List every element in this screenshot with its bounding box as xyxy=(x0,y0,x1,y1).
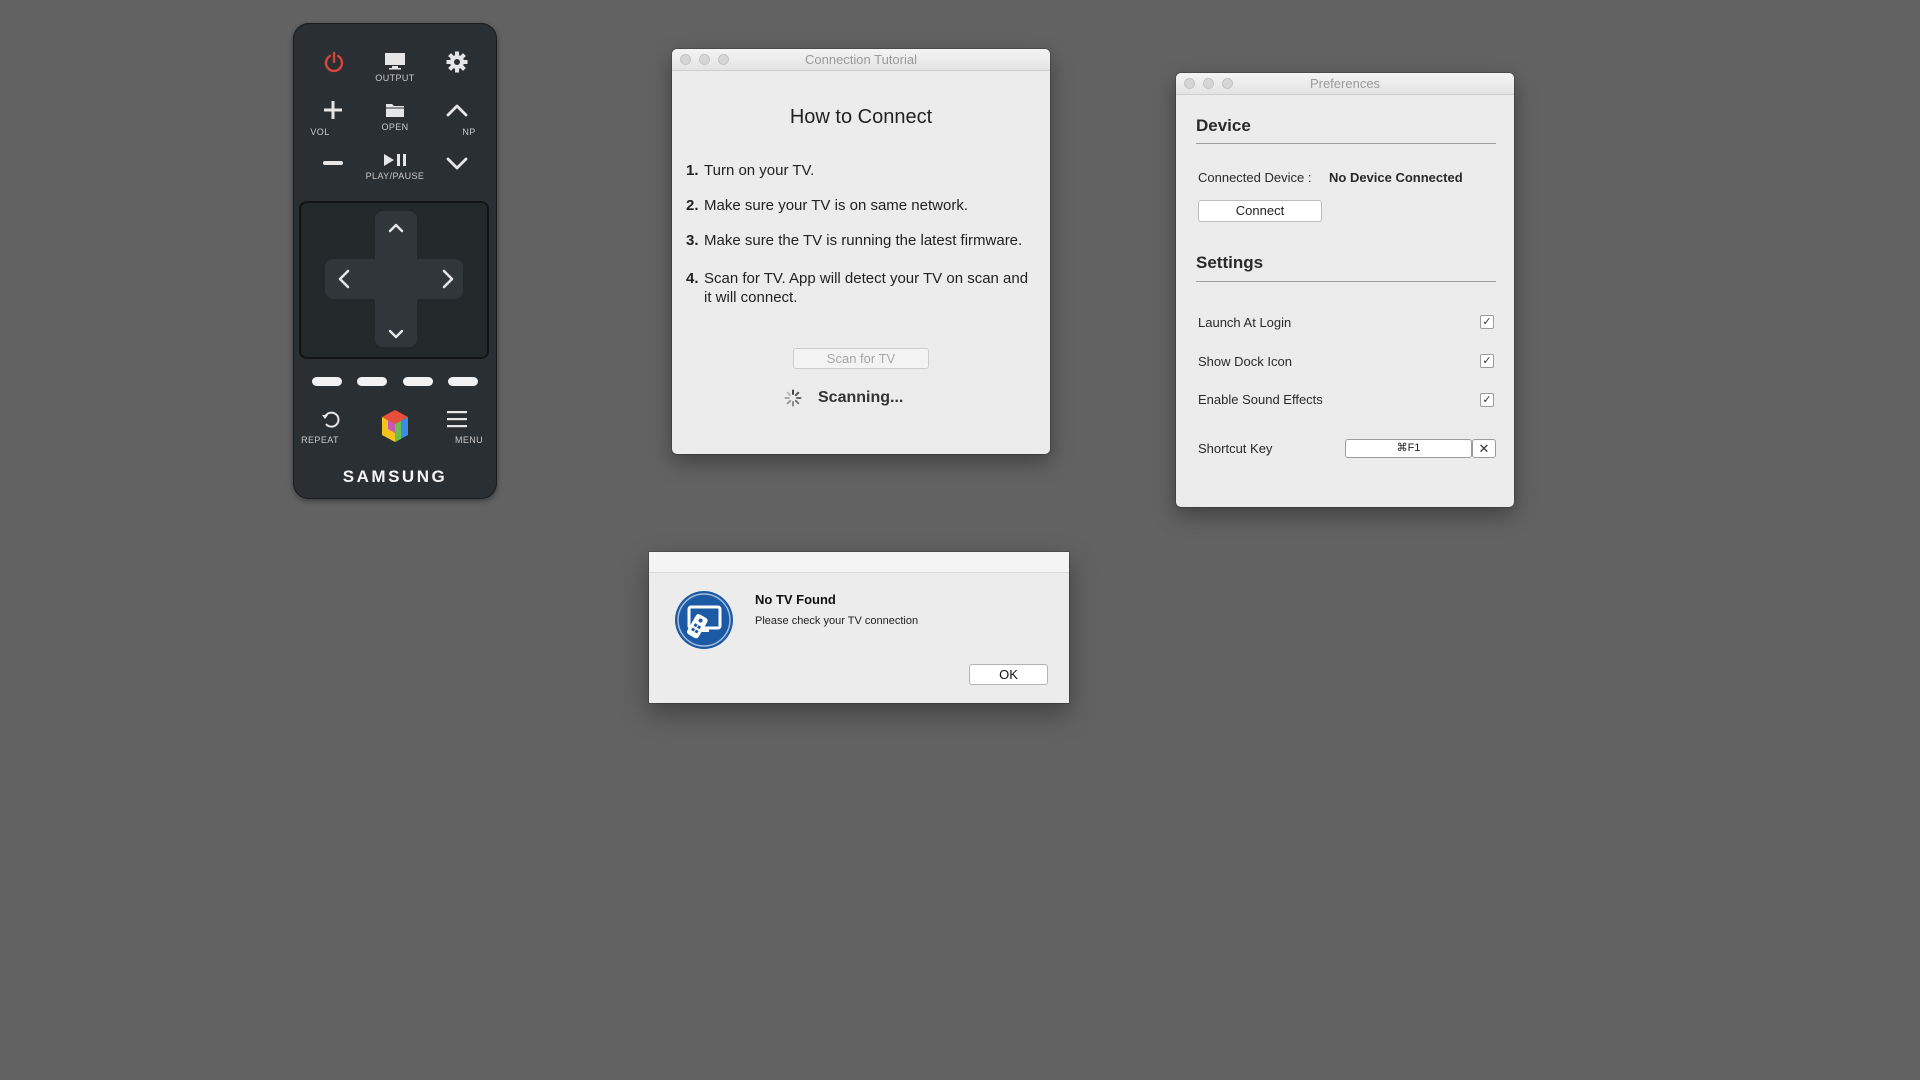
repeat-label: REPEAT xyxy=(301,435,339,445)
enable-sound-effects-checkbox[interactable]: ✓ xyxy=(1480,393,1494,407)
gear-icon xyxy=(446,51,468,73)
volume-down-button[interactable] xyxy=(313,153,353,173)
tv-remote-app-icon xyxy=(675,591,733,649)
color-button-2[interactable] xyxy=(357,377,387,386)
close-window-button[interactable] xyxy=(1184,78,1195,89)
step-text: Make sure the TV is running the latest f… xyxy=(704,232,1023,249)
window-title: Preferences xyxy=(1309,76,1381,91)
open-label: OPEN xyxy=(381,122,409,132)
step-item: 3. Make sure the TV is running the lates… xyxy=(686,231,1036,250)
chevron-up-icon xyxy=(446,104,468,117)
repeat-button[interactable] xyxy=(311,406,351,432)
samsung-remote: OUTPUT VOL OPEN NP PLAY/PAUSE REPEAT MEN… xyxy=(293,23,497,499)
step-number: 1. xyxy=(686,162,699,179)
dpad-left-button[interactable] xyxy=(329,264,359,294)
scanning-indicator: Scanning... xyxy=(784,389,903,407)
chevron-right-icon xyxy=(442,269,454,289)
alert-title-bar xyxy=(649,552,1069,573)
scan-for-tv-button[interactable]: Scan for TV xyxy=(793,348,929,369)
step-item: 4. Scan for TV. App will detect your TV … xyxy=(686,269,1036,307)
power-button[interactable] xyxy=(315,45,353,79)
connect-button[interactable]: Connect xyxy=(1198,200,1322,222)
folder-icon xyxy=(386,104,404,117)
settings-button[interactable] xyxy=(437,45,477,79)
color-button-1[interactable] xyxy=(312,377,342,386)
playpause-label: PLAY/PAUSE xyxy=(365,171,425,181)
step-number: 3. xyxy=(686,232,699,249)
chevron-down-icon xyxy=(388,329,404,339)
alert-message: Please check your TV connection xyxy=(755,615,919,627)
dpad-up-button[interactable] xyxy=(381,213,411,243)
hamburger-menu-icon xyxy=(447,411,467,428)
page-title: How to Connect xyxy=(789,106,933,128)
step-text: Turn on your TV. xyxy=(704,162,815,179)
ok-button[interactable]: OK xyxy=(969,664,1048,685)
divider xyxy=(1196,143,1496,144)
alert-title: No TV Found xyxy=(755,592,836,607)
repeat-icon xyxy=(322,411,340,428)
preferences-window: Preferences Device Connected Device : No… xyxy=(1176,73,1514,507)
launch-at-login-label: Launch At Login xyxy=(1198,315,1292,330)
window-title: Connection Tutorial xyxy=(804,52,917,67)
samsung-logo: SAMSUNG xyxy=(342,467,448,486)
connected-device-label: Connected Device : xyxy=(1198,170,1312,185)
step-number: 2. xyxy=(686,197,699,214)
zoom-window-button[interactable] xyxy=(718,54,729,65)
step-text: Scan for TV. App will detect your TV on … xyxy=(704,270,1029,306)
enable-sound-effects-label: Enable Sound Effects xyxy=(1198,392,1323,407)
play-pause-button[interactable] xyxy=(375,147,415,173)
smart-hub-icon xyxy=(382,410,408,442)
launch-at-login-checkbox[interactable]: ✓ xyxy=(1480,315,1494,329)
settings-section-heading: Settings xyxy=(1196,253,1264,272)
menu-label: MENU xyxy=(454,435,484,445)
next-program-up-button[interactable] xyxy=(437,95,477,125)
chevron-up-icon xyxy=(388,223,404,233)
next-program-down-button[interactable] xyxy=(437,149,477,179)
spinner-icon xyxy=(784,389,802,407)
color-button-4[interactable] xyxy=(448,377,478,386)
show-dock-icon-checkbox[interactable]: ✓ xyxy=(1480,354,1494,368)
vol-label: VOL xyxy=(310,127,330,137)
divider xyxy=(1196,281,1496,282)
output-button[interactable] xyxy=(375,47,415,75)
connected-device-value: No Device Connected xyxy=(1329,170,1463,185)
minimize-window-button[interactable] xyxy=(1203,78,1214,89)
power-icon xyxy=(324,51,344,73)
show-dock-icon-label: Show Dock Icon xyxy=(1198,354,1292,369)
play-pause-icon xyxy=(384,154,406,166)
open-button[interactable] xyxy=(375,96,415,124)
no-tv-found-alert: No TV Found Please check your TV connect… xyxy=(649,552,1069,703)
touchpad[interactable] xyxy=(299,201,489,359)
dpad-right-button[interactable] xyxy=(433,264,463,294)
chevron-down-icon xyxy=(446,157,468,170)
connection-tutorial-window: Connection Tutorial How to Connect 1. Tu… xyxy=(672,49,1050,454)
shortcut-recorder-field[interactable]: ⌘F1 xyxy=(1345,439,1472,458)
step-text: Make sure your TV is on same network. xyxy=(704,197,968,214)
smart-hub-button[interactable] xyxy=(375,406,415,446)
minimize-window-button[interactable] xyxy=(699,54,710,65)
minus-icon xyxy=(323,161,343,165)
zoom-window-button[interactable] xyxy=(1222,78,1233,89)
plus-icon xyxy=(324,101,342,119)
step-item: 2. Make sure your TV is on same network. xyxy=(686,196,1036,215)
close-window-button[interactable] xyxy=(680,54,691,65)
title-bar[interactable]: Connection Tutorial xyxy=(672,49,1050,71)
chevron-left-icon xyxy=(338,269,350,289)
step-number: 4. xyxy=(686,270,699,287)
title-bar[interactable]: Preferences xyxy=(1176,73,1514,95)
shortcut-key-label: Shortcut Key xyxy=(1198,441,1273,456)
color-button-3[interactable] xyxy=(403,377,433,386)
output-label: OUTPUT xyxy=(375,73,415,83)
monitor-icon xyxy=(385,53,405,70)
volume-up-button[interactable] xyxy=(313,95,353,125)
clear-shortcut-button[interactable]: ✕ xyxy=(1472,439,1496,458)
np-label: NP xyxy=(462,127,476,137)
device-section-heading: Device xyxy=(1196,116,1251,135)
menu-button[interactable] xyxy=(437,406,477,432)
dpad-down-button[interactable] xyxy=(381,319,411,349)
scanning-text: Scanning... xyxy=(818,389,904,406)
step-item: 1. Turn on your TV. xyxy=(686,161,1036,180)
